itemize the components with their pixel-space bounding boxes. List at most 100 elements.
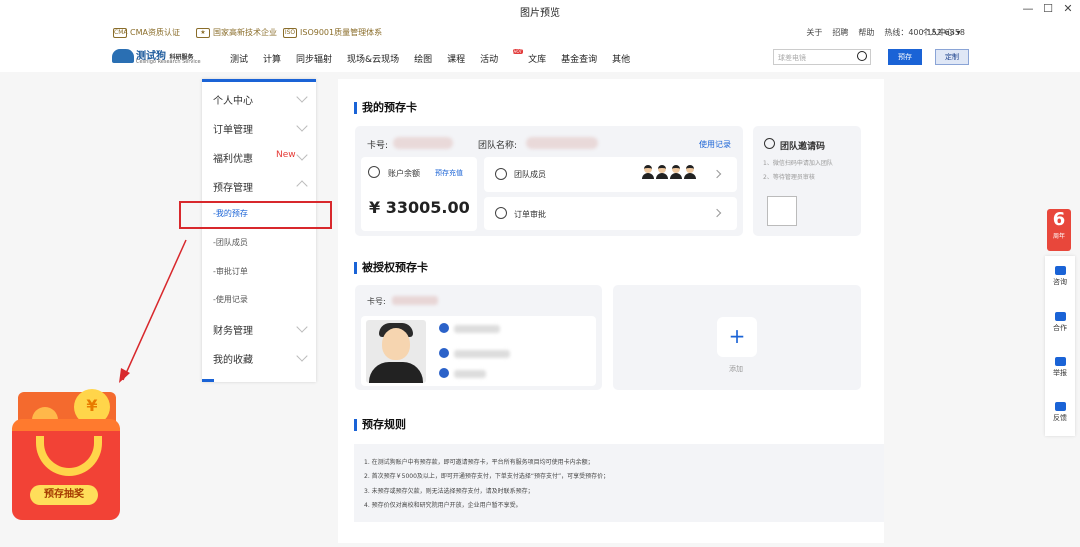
nav-activities[interactable]: 活动 HOT	[480, 49, 524, 65]
team-name-value-blurred	[526, 137, 598, 149]
balance-label: 账户余额	[388, 169, 420, 178]
plus-icon[interactable]: +	[717, 317, 757, 357]
hot-badge: HOT	[512, 49, 524, 54]
avatar	[656, 165, 668, 179]
user-icon	[439, 323, 449, 333]
site-logo[interactable]: 测试狗 科研服务 Ceshigo Research Service	[112, 47, 207, 67]
coin-icon	[368, 166, 380, 178]
balance-amount: ¥ 33005.00	[369, 198, 470, 217]
cert-iso: ISO ISO9001质量管理体系	[283, 27, 382, 38]
logo-subtitle: Ceshigo Research Service	[136, 59, 201, 65]
rule-line: 3. 未预存或预存欠款，则无法选择预存支付，请及时联系预存；	[364, 488, 534, 495]
rule-line: 1. 在测试狗账户中有预存款，即可邀请预存卡，平台所有服务项目均可使用卡内余额；	[364, 459, 594, 466]
member-avatars	[642, 165, 696, 179]
main-nav: 测试 计算 同步辐射 现场&云现场 绘图 课程 活动 HOT 文库 基金查询 其他	[230, 49, 645, 65]
team-name-label: 团队名称:	[478, 141, 518, 151]
window-titlebar: 图片预览 — ☐ ✕	[0, 0, 1080, 22]
phone-icon	[439, 348, 449, 358]
blurred-field	[454, 325, 500, 333]
anniversary-badge[interactable]: 6 周年	[1047, 209, 1071, 251]
invite-step: 2、等待管理员审核	[763, 174, 815, 181]
add-label: 添加	[729, 365, 743, 373]
window-title: 图片预览	[520, 8, 560, 19]
feedback-icon	[1054, 402, 1066, 411]
rule-line: 2. 首次预存￥5000及以上，即可开通预存支付，下单支付选择“预存支付”，可享…	[364, 473, 610, 480]
nav-other[interactable]: 其他	[612, 52, 630, 65]
sidebar-bottom-accent	[202, 379, 214, 382]
nav-courses[interactable]: 课程	[447, 52, 465, 65]
highlight-box	[179, 201, 332, 229]
invite-icon	[764, 138, 775, 149]
auth-card-no-label: 卡号:	[367, 297, 386, 306]
link-jobs[interactable]: 招聘	[832, 27, 848, 38]
float-feedback[interactable]: 反馈	[1047, 402, 1073, 423]
org-icon	[439, 368, 449, 378]
logo-mark	[112, 49, 134, 63]
recharge-link[interactable]: 预存充值	[435, 168, 463, 178]
blurred-field	[454, 370, 486, 378]
approval-icon	[495, 207, 507, 219]
cooperate-icon	[1054, 312, 1066, 321]
card-no-label: 卡号:	[367, 141, 389, 151]
report-icon	[1054, 357, 1066, 366]
lottery-label: 预存抽奖	[30, 485, 98, 505]
qr-code-image	[767, 196, 797, 226]
cert-label: 国家高新技术企业	[213, 28, 277, 37]
sidebar-item-personal[interactable]: 个人中心	[213, 92, 253, 107]
blurred-field	[454, 350, 510, 358]
nav-compute[interactable]: 计算	[263, 52, 281, 65]
star-icon: ★	[196, 27, 210, 38]
nav-onsite[interactable]: 现场&云现场	[347, 52, 399, 65]
search-input[interactable]: 球差电镜	[773, 49, 871, 65]
link-help[interactable]: 帮助	[858, 27, 874, 38]
rules-box	[354, 444, 884, 522]
maximize-icon[interactable]: ☐	[1040, 2, 1056, 15]
close-icon[interactable]: ✕	[1060, 2, 1076, 15]
invite-step: 1、微信扫码申请加入团队	[763, 160, 833, 167]
minimize-icon[interactable]: —	[1020, 2, 1036, 15]
nav-synchrotron[interactable]: 同步辐射	[296, 52, 332, 65]
cert-hightech: ★ 国家高新技术企业	[196, 27, 277, 38]
avatar	[684, 165, 696, 179]
sidebar-item-benefits[interactable]: 福利优惠	[213, 150, 253, 165]
cma-icon: CMA	[113, 27, 128, 38]
link-about[interactable]: 关于	[806, 27, 822, 38]
custom-button[interactable]: 定制	[935, 49, 969, 65]
iso-icon: ISO	[283, 27, 297, 38]
prepay-button[interactable]: 预存	[888, 49, 922, 65]
sidebar-item-favorites[interactable]: 我的收藏	[213, 351, 253, 366]
cert-label: CMA资质认证	[130, 28, 180, 37]
team-members-label: 团队成员	[514, 170, 546, 179]
sidebar-sub-approval[interactable]: -审批订单	[213, 266, 248, 277]
sidebar-item-orders[interactable]: 订单管理	[213, 121, 253, 136]
section-title-rules: 预存规则	[354, 419, 406, 431]
usage-record-link[interactable]: 使用记录	[699, 139, 731, 150]
section-title-auth-card: 被授权预存卡	[354, 262, 428, 274]
card-no-value-blurred	[393, 137, 453, 149]
nav-library[interactable]: 文库	[528, 52, 546, 65]
sidebar-item-prepay[interactable]: 预存管理	[213, 179, 253, 194]
section-title-my-card: 我的预存卡	[354, 102, 417, 114]
sidebar-sub-team[interactable]: -团队成员	[213, 237, 248, 248]
nav-test[interactable]: 测试	[230, 52, 248, 65]
sidebar-sub-usage[interactable]: -使用记录	[213, 294, 248, 305]
team-icon	[495, 168, 507, 180]
float-consult[interactable]: 咨询	[1047, 266, 1073, 287]
cert-label: ISO9001质量管理体系	[300, 28, 383, 37]
auth-card-no-blurred	[392, 296, 438, 305]
rule-line: 4. 预存价仅对高校和研究院用户开放，企业用户暂不享受。	[364, 502, 522, 509]
user-center-menu[interactable]: 个人中心 ▾	[922, 27, 961, 38]
sidebar-item-finance[interactable]: 财务管理	[213, 322, 253, 337]
new-badge: New	[276, 150, 296, 160]
prepay-lottery-promo[interactable]: ¥ 预存抽奖	[10, 372, 120, 522]
float-cooperate[interactable]: 合作	[1047, 312, 1073, 333]
invite-title: 团队邀请码	[780, 142, 826, 152]
order-approval-label: 订单审批	[514, 210, 546, 219]
nav-drawing[interactable]: 绘图	[414, 52, 432, 65]
float-report[interactable]: 举报	[1047, 357, 1073, 378]
search-icon[interactable]	[857, 51, 867, 61]
avatar	[670, 165, 682, 179]
nav-fund[interactable]: 基金查询	[561, 52, 597, 65]
consult-icon	[1054, 266, 1066, 275]
person-avatar	[366, 320, 426, 383]
